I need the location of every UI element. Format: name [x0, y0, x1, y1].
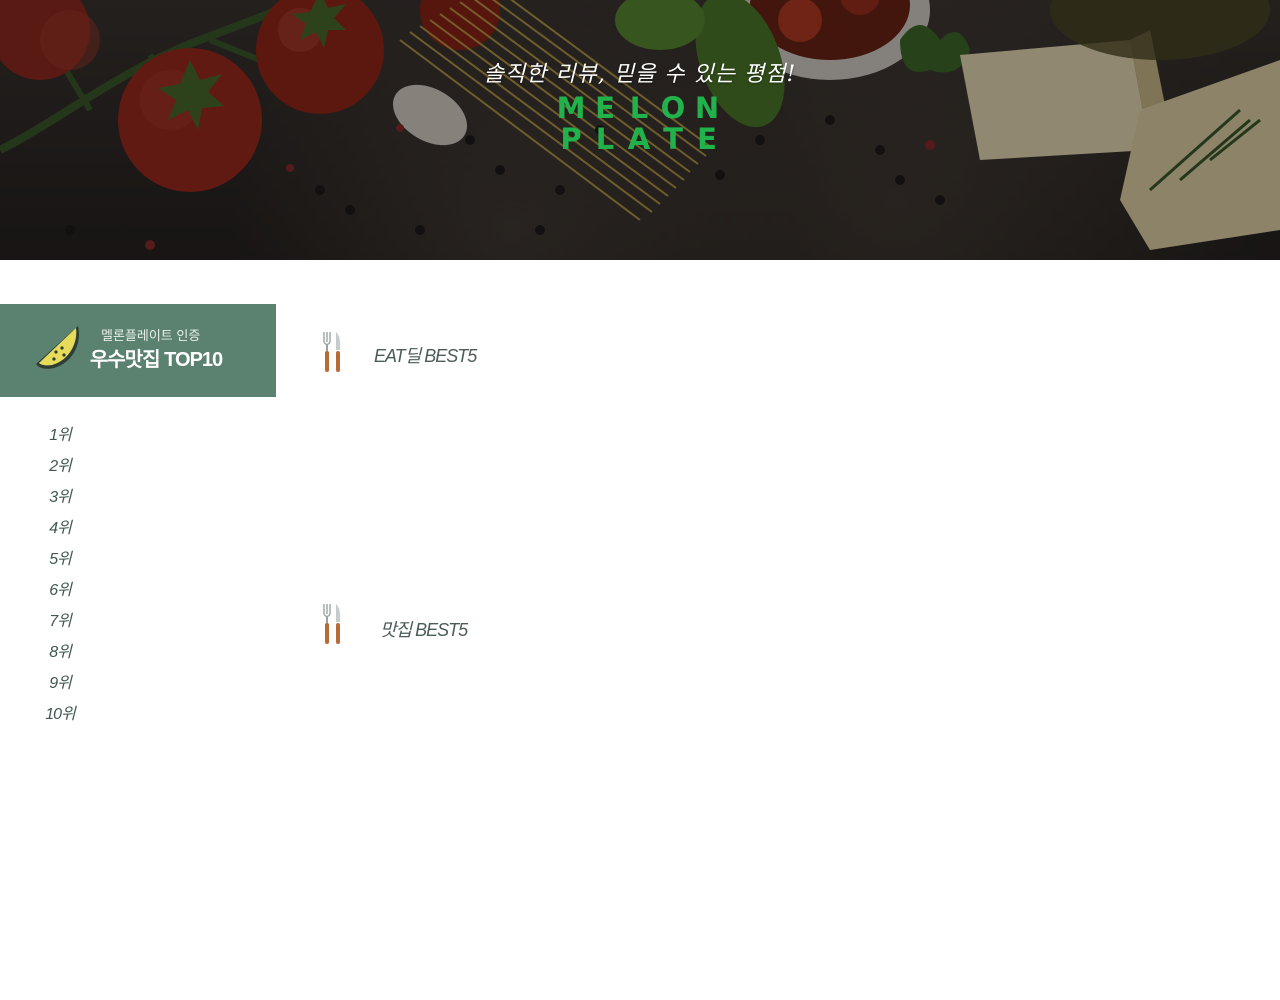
- logo-letter: P: [560, 122, 582, 156]
- logo-letter: L: [629, 91, 649, 125]
- rank-item-8[interactable]: 8위: [0, 642, 120, 673]
- rank-item-7[interactable]: 7위: [0, 611, 120, 642]
- logo-letter: E: [595, 91, 615, 125]
- section-title: EAT딜 BEST5: [374, 346, 477, 366]
- logo-row-melon: M E L O N: [556, 93, 722, 124]
- logo-letter: T: [663, 122, 683, 156]
- fork-knife-icon: [323, 604, 341, 644]
- rank-list: 1위 2위 3위 4위 5위 6위 7위 8위 9위 10위: [0, 425, 120, 735]
- rank-item-2[interactable]: 2위: [0, 456, 120, 487]
- fork-knife-icon: [323, 332, 341, 372]
- section-eat-deal-best5: EAT딜 BEST5: [322, 330, 522, 374]
- melon-plate-logo[interactable]: M E L O N P L A T E: [556, 93, 726, 155]
- logo-letter: N: [694, 91, 720, 125]
- top10-title: 우수맛집 TOP10: [90, 349, 223, 371]
- logo-letter: L: [595, 122, 615, 156]
- rank-item-5[interactable]: 5위: [0, 549, 120, 580]
- rank-item-3[interactable]: 3위: [0, 487, 120, 518]
- hero-banner: 솔직한 리뷰, 믿을 수 있는 평점! M E L O N P L A T E: [0, 0, 1280, 260]
- section-restaurant-best5: 맛집 BEST5: [322, 602, 522, 646]
- logo-letter: M: [556, 91, 586, 125]
- rank-item-1[interactable]: 1위: [0, 425, 120, 456]
- top10-subtitle: 멜론플레이트 인증: [101, 328, 201, 343]
- hero-tagline: 솔직한 리뷰, 믿을 수 있는 평점!: [483, 62, 797, 87]
- rank-item-10[interactable]: 10위: [0, 704, 120, 735]
- rank-item-9[interactable]: 9위: [0, 673, 120, 704]
- rank-item-4[interactable]: 4위: [0, 518, 120, 549]
- rank-item-6[interactable]: 6위: [0, 580, 120, 611]
- logo-letter: O: [660, 91, 686, 125]
- logo-letter: E: [697, 122, 717, 156]
- logo-letter: A: [627, 122, 651, 156]
- logo-row-plate: P L A T E: [556, 124, 722, 155]
- melon-icon: [36, 326, 79, 369]
- section-title: 맛집 BEST5: [380, 620, 468, 640]
